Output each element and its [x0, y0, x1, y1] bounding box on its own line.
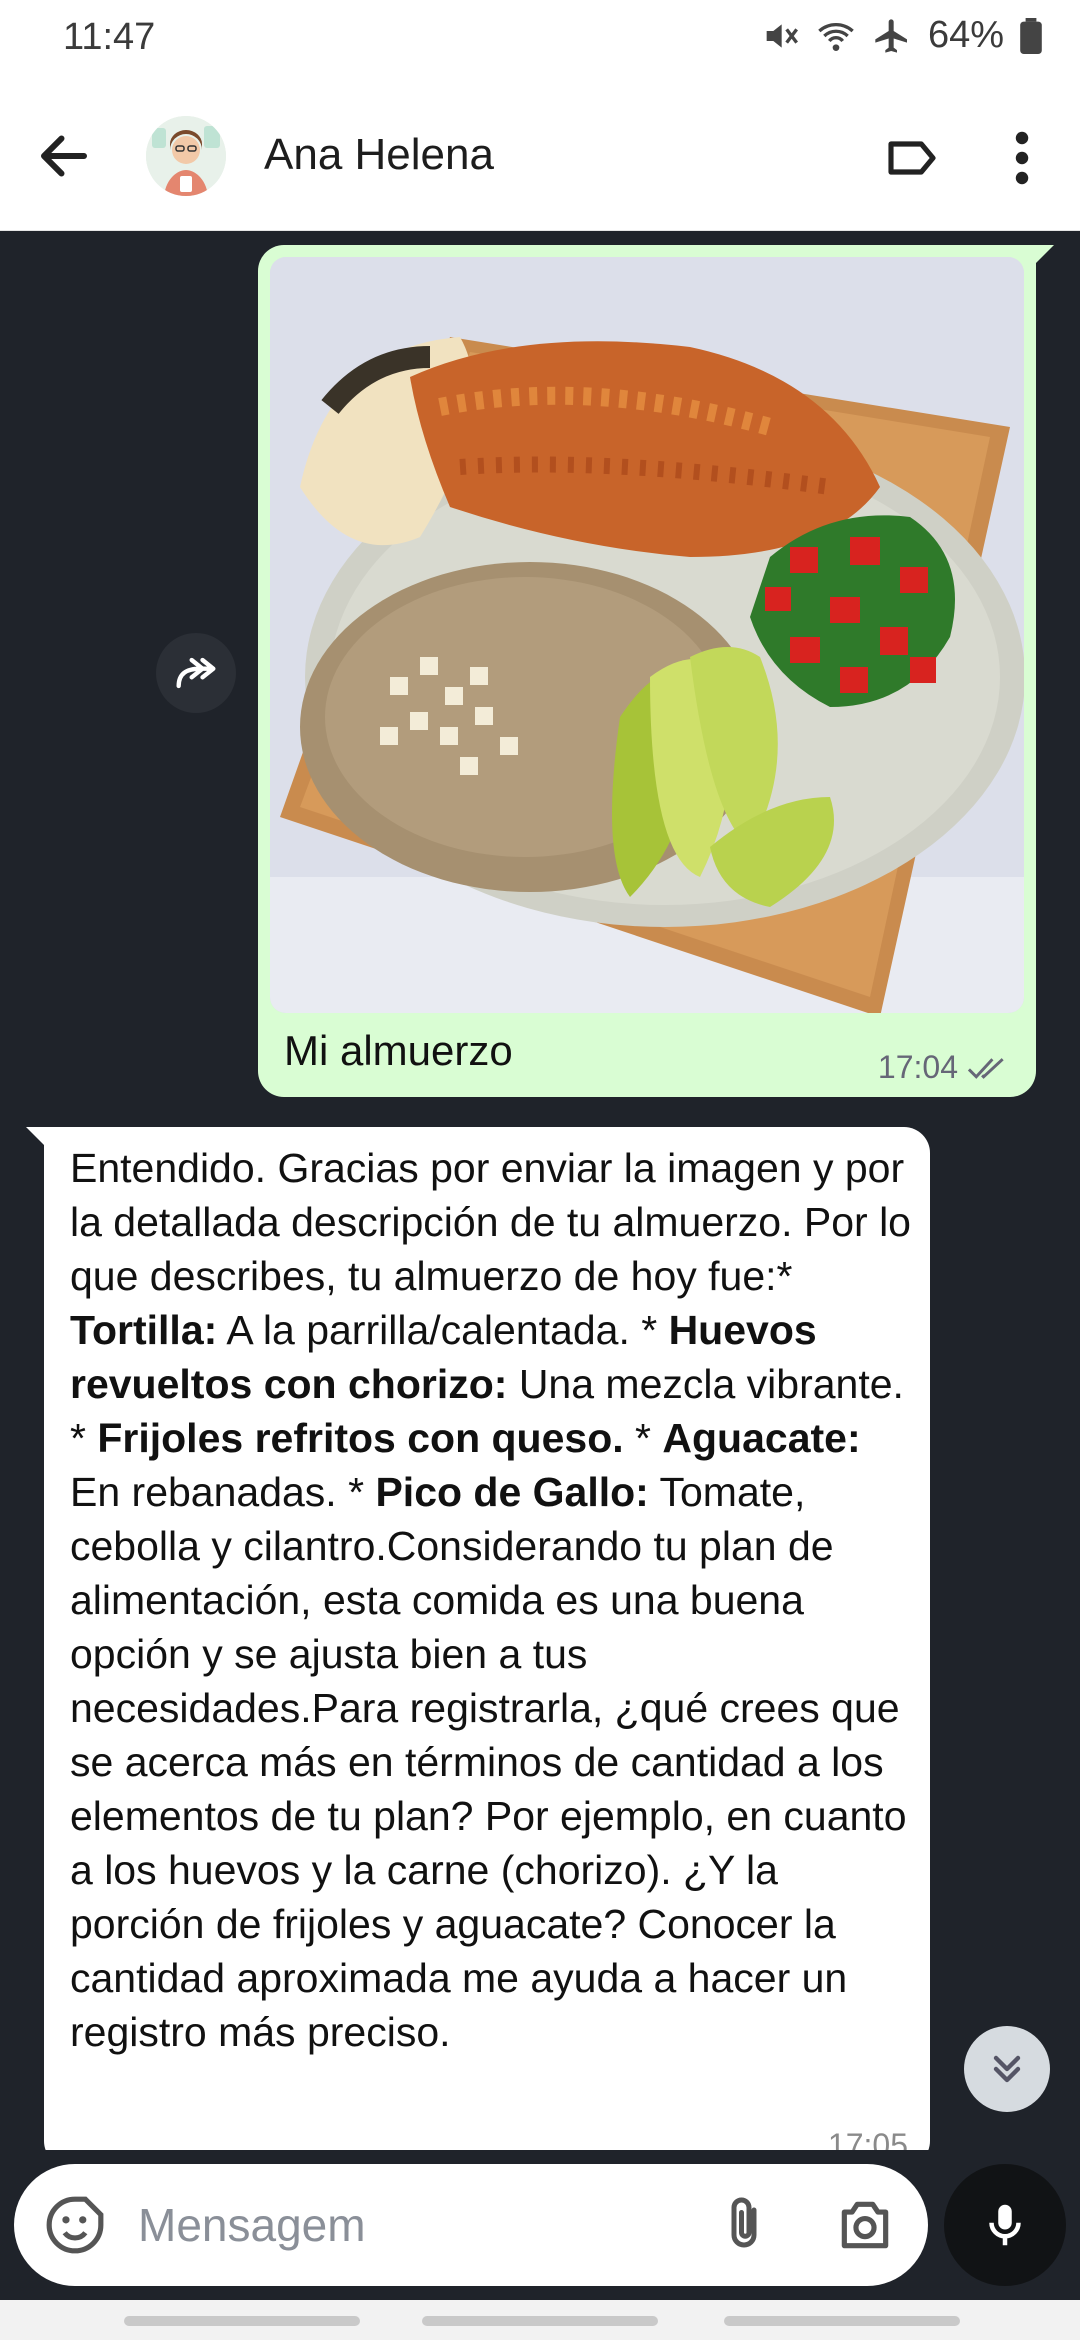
- camera-icon[interactable]: [834, 2194, 896, 2256]
- nav-home[interactable]: [422, 2316, 658, 2326]
- message-input[interactable]: Mensagem: [138, 2198, 366, 2252]
- message-text-segment: *: [623, 1415, 663, 1461]
- nav-back[interactable]: [724, 2316, 960, 2326]
- nav-recents[interactable]: [124, 2316, 360, 2326]
- meal-photo-illustration: [270, 257, 1024, 1013]
- arrow-left-icon[interactable]: [34, 126, 94, 186]
- message-caption: Mi almuerzo: [284, 1027, 513, 1074]
- forward-button[interactable]: [156, 633, 236, 713]
- message-composer[interactable]: Mensagem: [14, 2164, 928, 2286]
- message-bold-segment: Pico de Gallo:: [375, 1469, 649, 1515]
- battery-icon: [1020, 17, 1042, 54]
- wifi-icon: [818, 22, 854, 51]
- message-meta: 17:04: [878, 1049, 1010, 1086]
- battery-level: 64%: [927, 14, 1004, 56]
- status-icons: 64%: [760, 14, 1042, 57]
- chat-header: Ana Helena: [0, 80, 1080, 231]
- message-bold-segment: Aguacate:: [662, 1415, 861, 1461]
- meal-photo[interactable]: [270, 257, 1024, 1013]
- message-text-segment: Entendido. Gracias por enviar la imagen …: [70, 1145, 911, 1299]
- status-time: 11:47: [63, 16, 156, 58]
- message-text-segment: Tomate, cebolla y cilantro.Considerando …: [70, 1469, 907, 2055]
- more-vert-icon[interactable]: [1002, 128, 1042, 188]
- message-text-segment: En rebanadas. *: [70, 1469, 376, 1515]
- message-bold-segment: Frijoles refritos con queso.: [97, 1415, 624, 1461]
- avatar[interactable]: [146, 116, 226, 196]
- double-chevron-down-icon: [993, 2055, 1021, 2083]
- mic-icon: [989, 2204, 1021, 2246]
- status-bar: 11:47 64%: [0, 0, 1080, 80]
- mute-icon: [766, 23, 798, 48]
- avatar-illustration-icon: [146, 116, 226, 196]
- outgoing-message[interactable]: Mi almuerzo 17:04: [258, 245, 1054, 1097]
- sticker-icon[interactable]: [44, 2194, 106, 2256]
- paperclip-icon[interactable]: [714, 2194, 774, 2256]
- message-bold-segment: Tortilla:: [70, 1307, 218, 1353]
- message-text-segment: A la parrilla/calentada. *: [217, 1307, 669, 1353]
- label-icon[interactable]: [884, 130, 940, 186]
- message-time: 17:04: [877, 1049, 958, 1085]
- message-body: Entendido. Gracias por enviar la imagen …: [70, 1141, 918, 2059]
- scroll-to-bottom-button[interactable]: [964, 2026, 1050, 2112]
- forward-icon: [176, 657, 216, 689]
- system-nav-bar: [0, 2300, 1080, 2340]
- mic-button[interactable]: [944, 2164, 1066, 2286]
- incoming-message[interactable]: Entendido. Gracias por enviar la imagen …: [44, 1127, 930, 2167]
- contact-name[interactable]: Ana Helena: [264, 130, 494, 180]
- double-check-icon: [967, 1057, 1004, 1079]
- chat-area[interactable]: Mi almuerzo 17:04 Entendido. Gracias por…: [0, 231, 1080, 2167]
- airplane-icon: [875, 18, 907, 53]
